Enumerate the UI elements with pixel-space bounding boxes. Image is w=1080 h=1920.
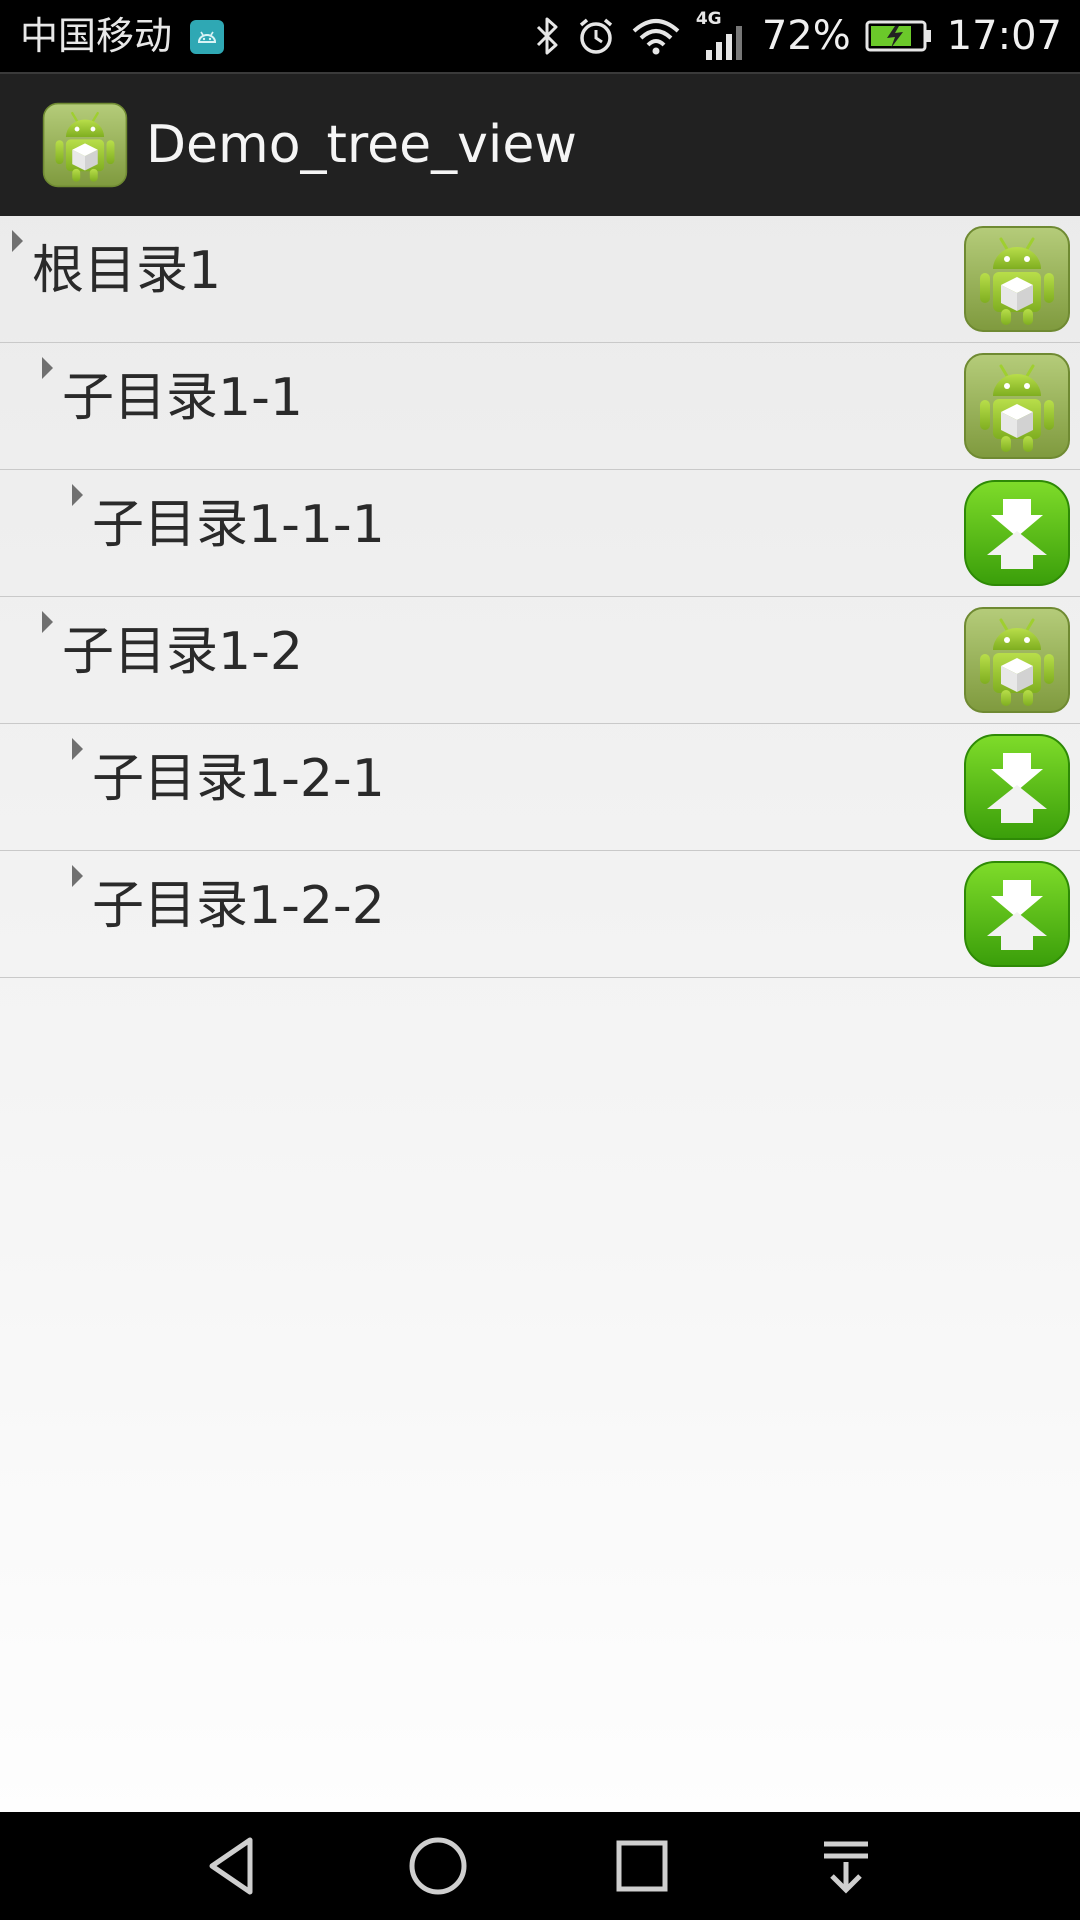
bluetooth-icon — [536, 17, 558, 55]
battery-charging-icon — [865, 20, 931, 52]
android-folder-icon — [963, 352, 1071, 460]
android-app-icon[interactable] — [42, 102, 128, 188]
expand-arrow-icon[interactable] — [72, 738, 83, 760]
tree-item-1-2[interactable]: 子目录1-2 — [0, 597, 1080, 724]
download-upload-icon — [963, 860, 1071, 968]
android-folder-icon — [963, 225, 1071, 333]
action-bar: Demo_tree_view — [0, 72, 1080, 216]
home-icon[interactable] — [404, 1832, 472, 1900]
clock: 17:07 — [946, 13, 1062, 59]
tree-list: 根目录1 子目录1-1 子目录1-1-1 子目录1-2 子目录1-2-1 子目录… — [0, 216, 1080, 978]
back-icon[interactable] — [200, 1832, 268, 1900]
android-folder-icon — [963, 606, 1071, 714]
recents-icon[interactable] — [608, 1832, 676, 1900]
tree-item-1-2-1[interactable]: 子目录1-2-1 — [0, 724, 1080, 851]
carrier-label: 中国移动 — [20, 14, 173, 58]
status-bar: 中国移动 4G 72% 17:07 — [0, 0, 1080, 72]
tree-item-1-1[interactable]: 子目录1-1 — [0, 343, 1080, 470]
tree-item-1-2-2[interactable]: 子目录1-2-2 — [0, 851, 1080, 978]
battery-percent: 72% — [761, 13, 851, 59]
signal-icon: 4G — [696, 10, 748, 62]
tree-item-label: 子目录1-2 — [62, 622, 303, 682]
android-debug-icon — [190, 20, 224, 54]
tree-item-1-1-1[interactable]: 子目录1-1-1 — [0, 470, 1080, 597]
navigation-bar — [0, 1812, 1080, 1920]
download-upload-icon — [963, 479, 1071, 587]
alarm-icon — [579, 18, 612, 54]
app-title: Demo_tree_view — [146, 115, 577, 175]
expand-arrow-icon[interactable] — [42, 611, 53, 633]
download-upload-icon — [963, 733, 1071, 841]
wifi-icon — [632, 19, 680, 55]
expand-arrow-icon[interactable] — [72, 484, 83, 506]
expand-arrow-icon[interactable] — [42, 357, 53, 379]
notification-pull-icon[interactable] — [812, 1832, 880, 1900]
tree-item-root-1[interactable]: 根目录1 — [0, 216, 1080, 343]
tree-item-label: 根目录1 — [32, 241, 222, 301]
expand-arrow-icon[interactable] — [12, 230, 23, 252]
tree-item-label: 子目录1-2-1 — [92, 749, 385, 809]
tree-item-label: 子目录1-1 — [62, 368, 303, 428]
tree-item-label: 子目录1-1-1 — [92, 495, 385, 555]
expand-arrow-icon[interactable] — [72, 865, 83, 887]
tree-item-label: 子目录1-2-2 — [92, 876, 385, 936]
